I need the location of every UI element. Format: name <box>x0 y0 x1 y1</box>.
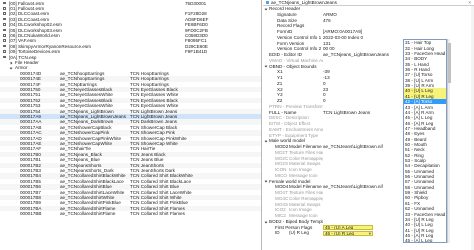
first-person-flags-value: 45 - (U) A Leg <box>325 224 354 230</box>
biped-slot-value: 46 - (U) R Leg <box>325 230 355 236</box>
plugin-icon <box>3 28 6 32</box>
chevron-down-icon[interactable] <box>9 66 13 70</box>
record-editor-id: ae_TCNcollaredShirtFlame <box>60 211 116 217</box>
plugin-icon <box>3 17 6 21</box>
chevron-down-icon[interactable] <box>264 220 268 224</box>
record-icon <box>266 1 270 5</box>
biped-list-scroll-thumb[interactable] <box>448 43 451 83</box>
chevron-down-icon[interactable] <box>264 65 268 68</box>
record-tree: [00] Fallout4.esm 75D30001 [01] Fallout4.e… <box>0 0 262 250</box>
chevron-down-icon[interactable] <box>264 139 268 143</box>
dropdown-arrow-icon[interactable]: ▾ <box>369 232 371 235</box>
plugin-icon <box>3 55 6 59</box>
biped-slot-dropdown[interactable]: 46 - (U) R Leg ▾ <box>323 230 373 236</box>
plugin-icon <box>3 1 6 5</box>
chevron-down-icon[interactable] <box>264 7 268 11</box>
record-view-panel: ae_TCNjeans_LightBrownJeans × Record Hea… <box>263 0 474 250</box>
field-label: (U) R Leg <box>289 230 309 236</box>
plugin-icon <box>3 44 6 48</box>
chevron-down-icon[interactable] <box>264 180 268 183</box>
biped-list-scrollbar[interactable] <box>447 39 451 243</box>
table-row[interactable]: 000017BB ae_TCNcollaredShirtFlame TCN Coll… <box>0 211 261 217</box>
record-view-title: ae_TCNjeans_LightBrownJeans <box>271 0 337 6</box>
close-icon[interactable]: × <box>468 0 471 5</box>
plugin-icon <box>3 7 6 10</box>
first-person-flags-field[interactable]: 45 - (U) A Leg <box>323 224 373 231</box>
plugin-icon <box>3 23 6 26</box>
plugin-icon <box>3 50 6 53</box>
record-view-titlebar: ae_TCNjeans_LightBrownJeans × <box>263 0 474 6</box>
record-name: TCN Collared Shirt Flames <box>130 211 185 217</box>
biped-slot-option[interactable]: 45 - [A] L Leg <box>404 238 446 242</box>
plugin-icon <box>3 12 6 15</box>
field-signature: ID <box>275 230 280 236</box>
biped-slot-list[interactable]: 31 - Hair Top 32 - Hair Long 33 - FaceGen … <box>403 39 447 243</box>
record-formid: 000017BB <box>20 211 42 217</box>
chevron-right-icon[interactable] <box>9 61 13 65</box>
plugin-icon <box>3 39 6 42</box>
plugin-icon <box>3 34 6 37</box>
